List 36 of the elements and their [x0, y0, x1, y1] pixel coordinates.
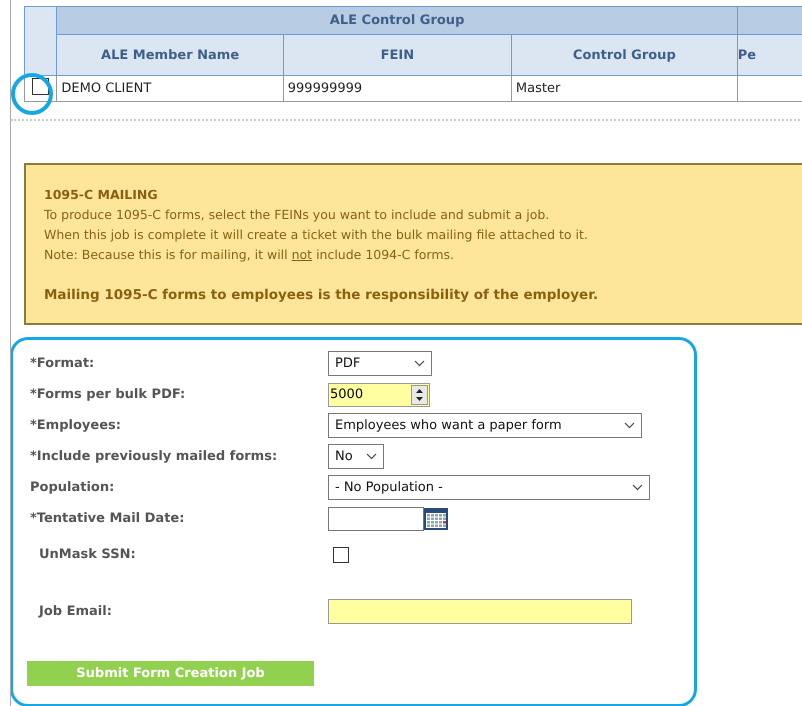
- calendar-icon[interactable]: [424, 508, 448, 530]
- field-label: *Format:: [30, 356, 96, 371]
- field-label: *Forms per bulk PDF:: [30, 387, 186, 402]
- table-cell: Master: [511, 76, 738, 102]
- field-label: UnMask SSN:: [38, 547, 137, 562]
- dropdown[interactable]: Employees who want a paper form: [328, 413, 642, 438]
- field-label: Population:: [30, 480, 116, 495]
- table-cell: DEMO CLIENT: [56, 76, 284, 102]
- column-header: FEIN: [283, 34, 512, 76]
- date-field[interactable]: [328, 506, 424, 530]
- notice-text: To produce 1095-C forms, select the FEINs you want to include and submit a job.: [44, 206, 550, 224]
- notice-title: 1095-C MAILING: [44, 186, 159, 204]
- email-field[interactable]: [328, 599, 632, 624]
- field-label: *Include previously mailed forms:: [30, 449, 278, 464]
- field-label: *Tentative Mail Date:: [30, 511, 186, 526]
- field-label: Job Email:: [37, 604, 113, 619]
- table-cell: 999999999: [283, 76, 512, 102]
- notice-warning: Mailing 1095-C forms to employees is the responsibility of the employer.: [44, 286, 600, 305]
- chevron-down-icon: [624, 422, 635, 429]
- column-header: Pe: [737, 34, 802, 76]
- spinner-icon[interactable]: [411, 384, 428, 404]
- notice-text: Note: Because this is for mailing, it will not include 1094-C forms.: [44, 246, 455, 264]
- chevron-down-icon: [632, 484, 643, 491]
- chevron-down-icon: [366, 453, 377, 460]
- column-header: Control Group: [511, 34, 738, 76]
- highlight-ring: [11, 73, 53, 115]
- dropdown[interactable]: - No Population -: [328, 475, 650, 500]
- field-label: *Employees:: [30, 418, 122, 433]
- column-header: ALE Member Name: [56, 34, 284, 76]
- number-field[interactable]: 5000: [328, 382, 430, 406]
- column-group-header: ALE Control Group: [56, 6, 738, 34]
- checkbox[interactable]: [333, 546, 349, 562]
- notice-text: When this job is complete it will create a ticket with the bulk mailing file attached to it.: [44, 226, 589, 244]
- chevron-down-icon: [414, 360, 425, 367]
- dropdown[interactable]: PDF: [328, 351, 432, 376]
- dropdown[interactable]: No: [328, 444, 384, 469]
